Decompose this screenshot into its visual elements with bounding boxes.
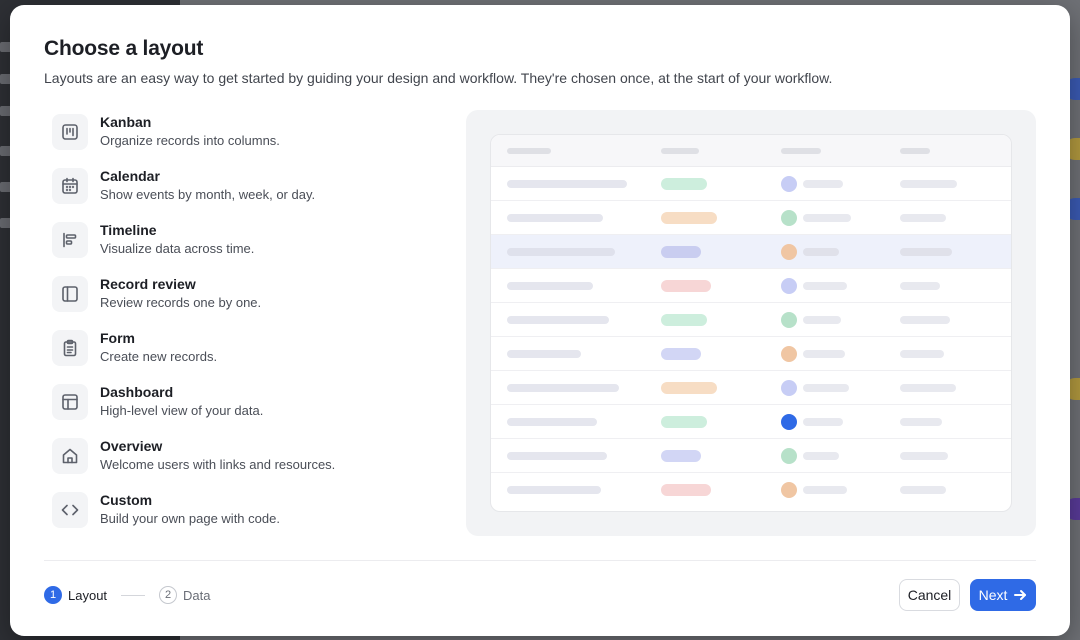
layout-option-name: Kanban bbox=[100, 114, 152, 130]
step-indicator: 1 Layout 2 Data bbox=[44, 585, 211, 605]
preview-row bbox=[491, 303, 1011, 337]
layout-option-overview[interactable]: Overview Welcome users with links and re… bbox=[52, 437, 432, 491]
layout-option-description: Build your own page with code. bbox=[100, 511, 280, 526]
preview-row bbox=[491, 371, 1011, 405]
layout-preview bbox=[466, 110, 1036, 536]
preview-row bbox=[491, 439, 1011, 473]
layout-option-record-review[interactable]: Record review Review records one by one. bbox=[52, 275, 432, 329]
dialog-title: Choose a layout bbox=[44, 37, 204, 60]
preview-row bbox=[491, 167, 1011, 201]
step-label-layout: Layout bbox=[68, 587, 108, 603]
layout-option-description: Review records one by one. bbox=[100, 295, 262, 310]
layout-option-description: Show events by month, week, or day. bbox=[100, 187, 316, 202]
layout-option-description: Welcome users with links and resources. bbox=[100, 457, 336, 472]
layout-option-name: Custom bbox=[100, 492, 153, 508]
step-number-data: 2 bbox=[159, 586, 178, 604]
arrow-right-icon bbox=[1014, 590, 1027, 600]
layout-option-kanban[interactable]: Kanban Organize records into columns. bbox=[52, 113, 432, 167]
layout-options-list: Kanban Organize records into columns. Ca… bbox=[52, 113, 432, 545]
code-icon bbox=[52, 492, 88, 528]
layout-option-form[interactable]: Form Create new records. bbox=[52, 329, 432, 383]
layout-option-name: Dashboard bbox=[100, 384, 174, 400]
kanban-icon bbox=[52, 114, 88, 150]
step-number-layout: 1 bbox=[44, 586, 62, 604]
layout-option-description: Organize records into columns. bbox=[100, 133, 280, 148]
layout-option-name: Overview bbox=[100, 438, 163, 454]
home-icon bbox=[52, 438, 88, 474]
preview-row-highlighted bbox=[491, 235, 1011, 269]
footer-divider bbox=[44, 560, 1036, 561]
layout-option-name: Timeline bbox=[100, 222, 157, 238]
layout-option-custom[interactable]: Custom Build your own page with code. bbox=[52, 491, 432, 545]
preview-row bbox=[491, 269, 1011, 303]
layout-option-timeline[interactable]: Timeline Visualize data across time. bbox=[52, 221, 432, 275]
layout-option-name: Record review bbox=[100, 276, 196, 292]
layout-option-description: Visualize data across time. bbox=[100, 241, 255, 256]
dialog-subtitle: Layouts are an easy way to get started b… bbox=[44, 70, 833, 86]
choose-layout-dialog: Choose a layout Layouts are an easy way … bbox=[10, 5, 1070, 636]
layout-option-dashboard[interactable]: Dashboard High-level view of your data. bbox=[52, 383, 432, 437]
layout-option-name: Calendar bbox=[100, 168, 160, 184]
layout-option-description: High-level view of your data. bbox=[100, 403, 264, 418]
next-button-label: Next bbox=[978, 587, 1008, 603]
layout-option-calendar[interactable]: Calendar Show events by month, week, or … bbox=[52, 167, 432, 221]
preview-row bbox=[491, 337, 1011, 371]
step-connector bbox=[121, 594, 146, 596]
preview-row bbox=[491, 201, 1011, 235]
preview-table-header bbox=[491, 135, 1011, 167]
record-review-icon bbox=[52, 276, 88, 312]
step-label-data: Data bbox=[183, 587, 211, 603]
form-icon bbox=[52, 330, 88, 366]
next-button[interactable]: Next bbox=[970, 579, 1036, 611]
layout-option-description: Create new records. bbox=[100, 349, 218, 364]
dashboard-icon bbox=[52, 384, 88, 420]
cancel-button[interactable]: Cancel bbox=[899, 579, 960, 611]
calendar-icon bbox=[52, 168, 88, 204]
preview-table bbox=[490, 134, 1012, 512]
layout-option-name: Form bbox=[100, 330, 135, 346]
preview-row bbox=[491, 405, 1011, 439]
preview-row bbox=[491, 473, 1011, 507]
timeline-icon bbox=[52, 222, 88, 258]
